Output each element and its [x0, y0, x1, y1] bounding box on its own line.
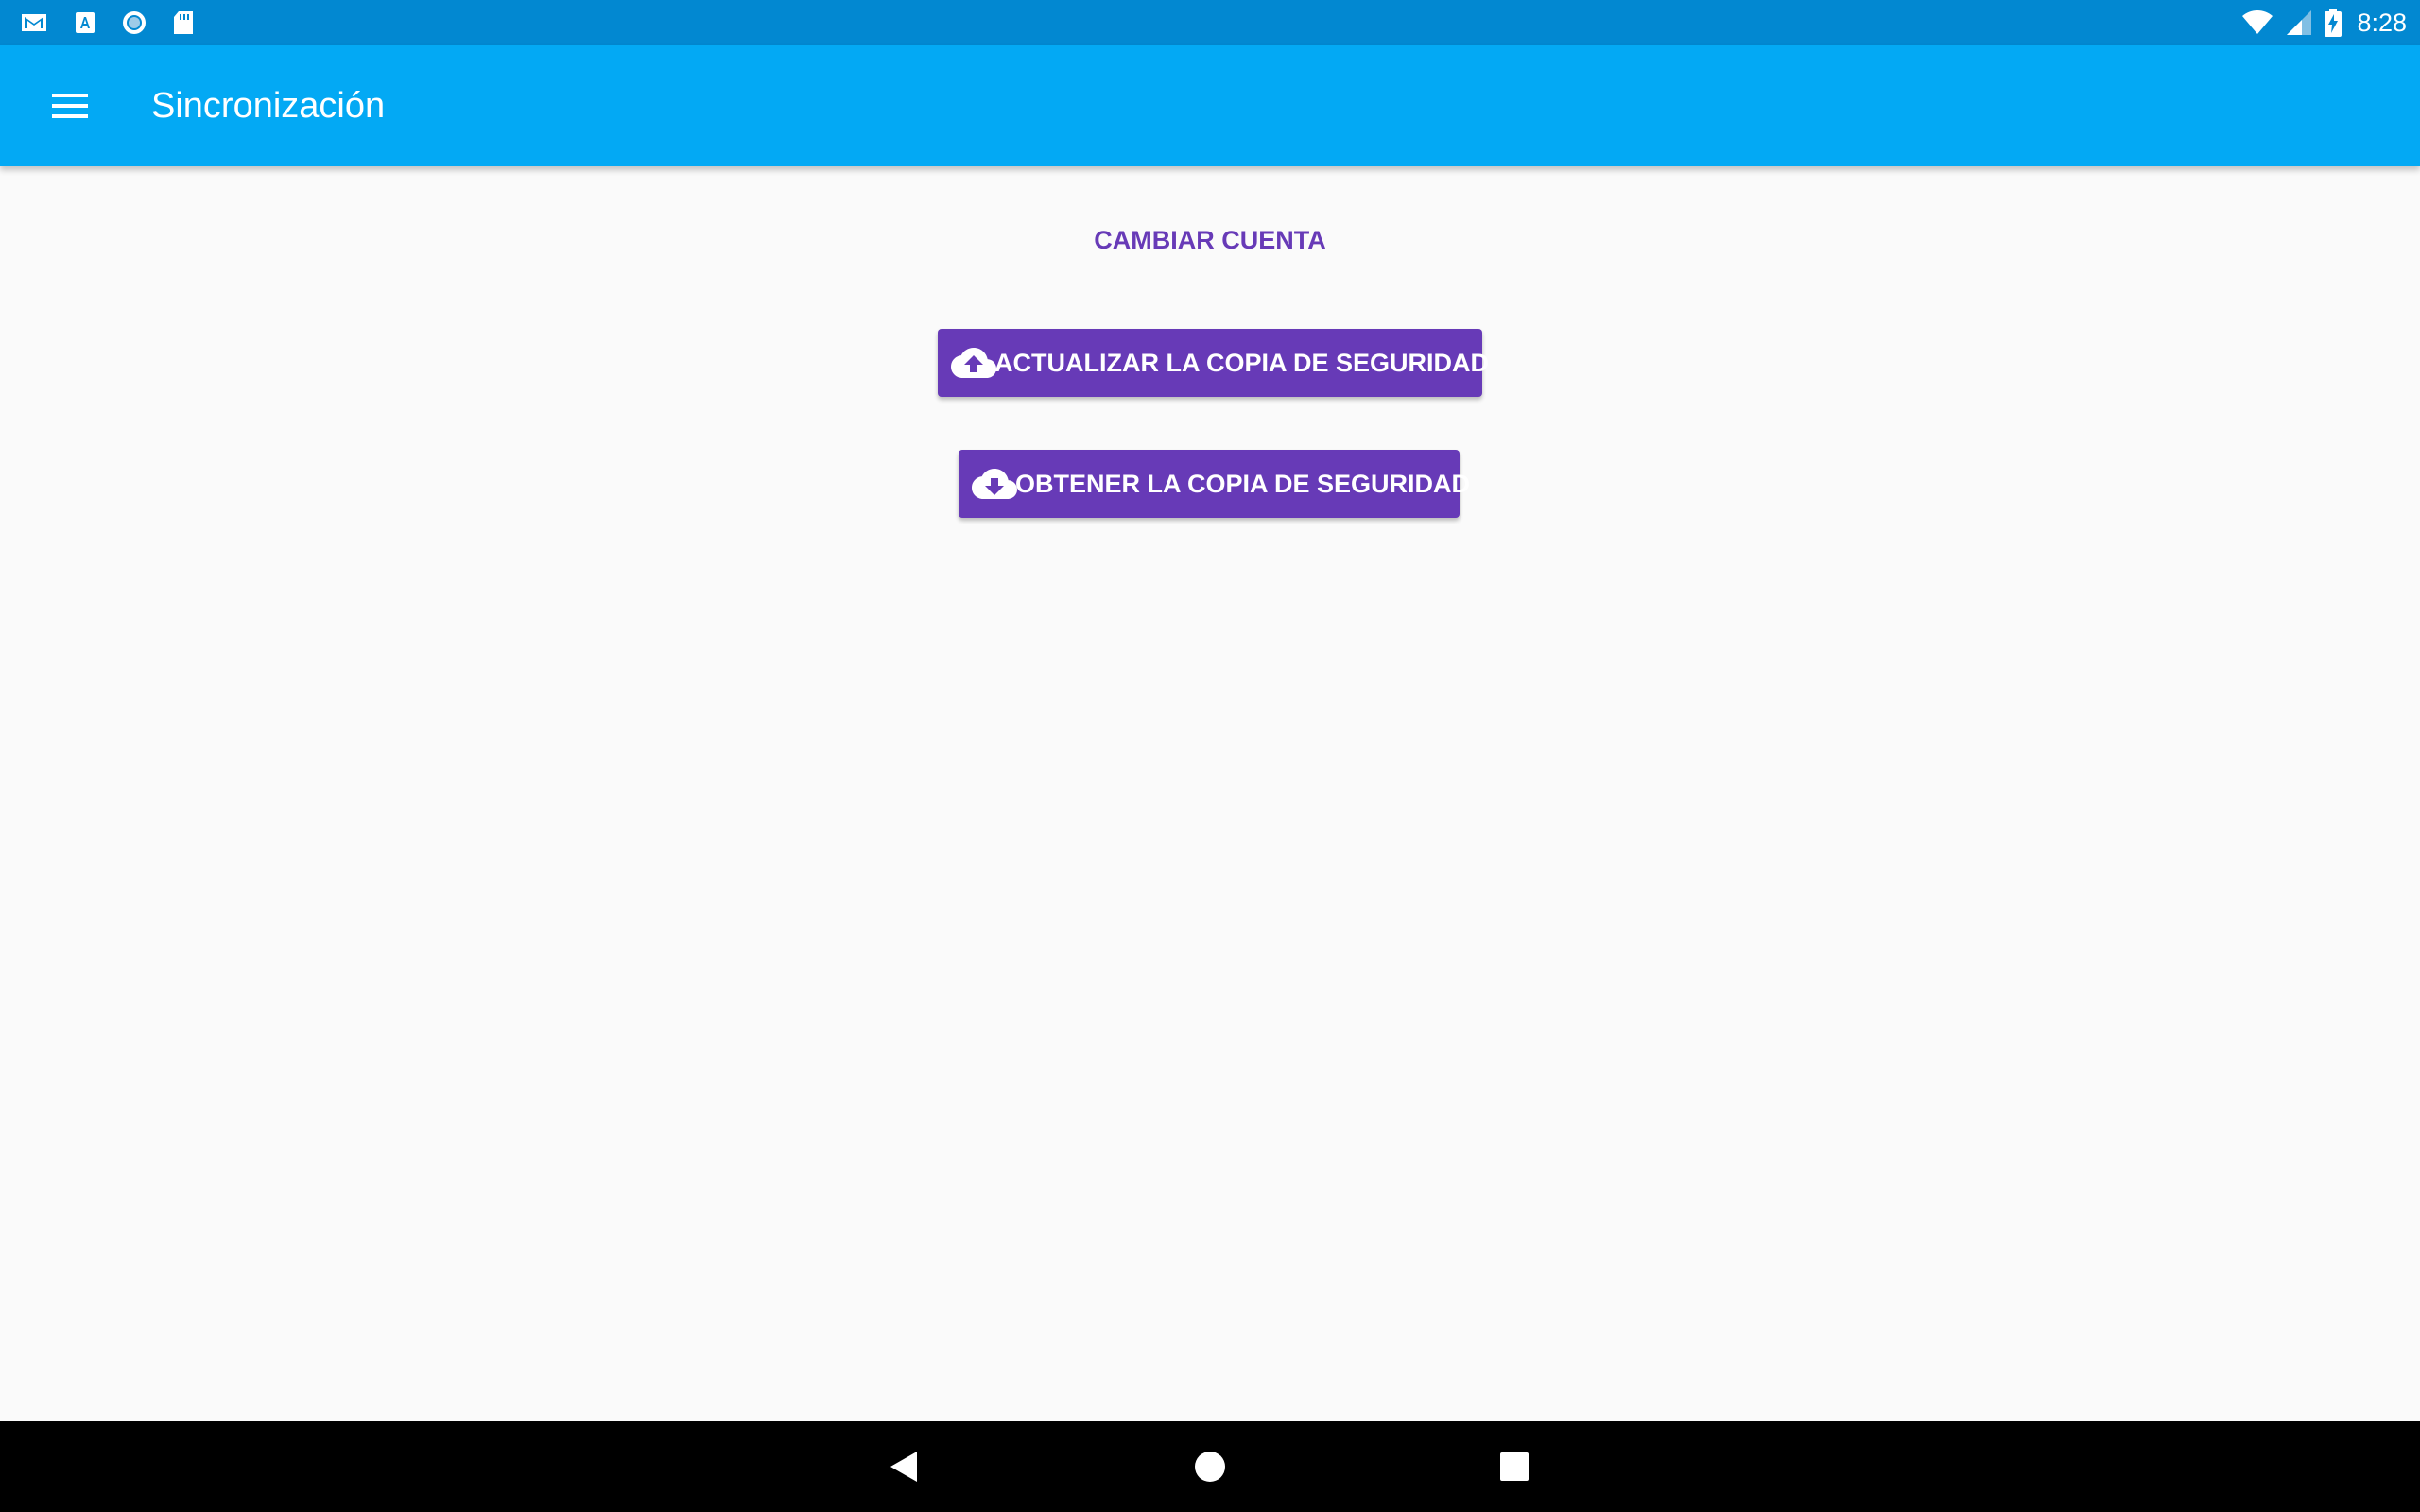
page-title: Sincronización [151, 86, 386, 126]
download-backup-label: OBTENER LA COPIA DE SEGURIDAD [1015, 469, 1471, 498]
home-icon[interactable] [1176, 1433, 1244, 1501]
cloud-upload-icon [951, 340, 996, 386]
main-content: CAMBIAR CUENTA ACTUALIZAR LA COPIA DE SE… [0, 166, 2420, 1421]
translate-icon [72, 9, 98, 36]
wifi-icon [2241, 9, 2273, 37]
hamburger-menu-icon[interactable] [36, 72, 104, 140]
back-icon[interactable] [870, 1433, 938, 1501]
cellular-signal-icon [2285, 9, 2313, 37]
status-clock: 8:28 [2357, 8, 2407, 37]
status-bar: 8:28 [0, 0, 2420, 45]
upload-backup-button[interactable]: ACTUALIZAR LA COPIA DE SEGURIDAD [938, 329, 1489, 397]
battery-charging-icon [2325, 9, 2342, 37]
recents-icon[interactable] [1480, 1433, 1548, 1501]
change-account-button[interactable]: CAMBIAR CUENTA [1068, 221, 1352, 259]
upload-backup-label: ACTUALIZAR LA COPIA DE SEGURIDAD [994, 348, 1489, 377]
screen: 8:28 Sincronización CAMBIAR CUENTA ACTUA… [0, 0, 2420, 1512]
cloud-download-icon [972, 461, 1017, 507]
gmail-icon [21, 9, 47, 36]
app-bar: Sincronización [0, 45, 2420, 166]
status-right-group: 8:28 [2241, 0, 2407, 45]
download-backup-button[interactable]: OBTENER LA COPIA DE SEGURIDAD [959, 450, 1470, 518]
navigation-bar [0, 1421, 2420, 1512]
sd-card-icon [170, 9, 197, 36]
record-icon [121, 9, 147, 36]
